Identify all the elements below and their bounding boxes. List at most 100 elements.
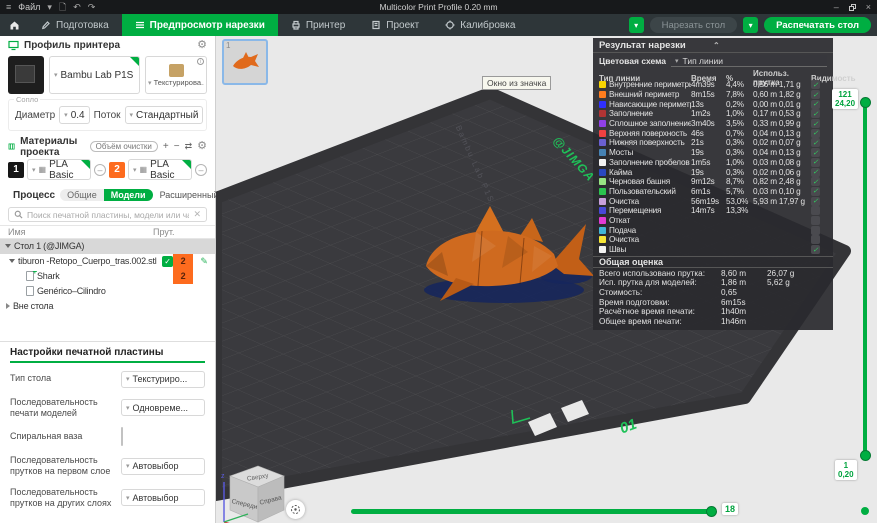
redo-icon[interactable]: ↷ bbox=[88, 0, 96, 14]
object-visible-checkbox[interactable]: ✓ bbox=[162, 256, 173, 267]
sync-filament-icon[interactable]: ⇄ bbox=[185, 141, 193, 152]
hamburger-menu-icon[interactable]: ≡ bbox=[6, 0, 11, 14]
line-color-swatch bbox=[599, 198, 606, 205]
restore-button[interactable] bbox=[849, 4, 856, 11]
spiral-vase-checkbox[interactable] bbox=[121, 427, 123, 446]
titlebar: ≡ Файл ▾ 🗋 ↶ ↷ Multicolor Print Profile … bbox=[0, 0, 877, 14]
file-menu[interactable]: Файл bbox=[18, 2, 40, 12]
search-box: ✕ bbox=[8, 207, 207, 223]
filament-2-select[interactable]: ▾▦PLA Basic bbox=[128, 159, 192, 180]
chevron-down-icon[interactable]: ▾ bbox=[47, 0, 52, 14]
visibility-checkbox[interactable]: ✓ bbox=[811, 109, 820, 118]
print-dropdown-button[interactable]: ▾ bbox=[743, 17, 758, 33]
plate-type-select[interactable]: i ▾ Текстурирова... bbox=[145, 56, 207, 94]
tree-row-part-shark[interactable]: Shark 2 bbox=[0, 269, 215, 284]
flow-label: Поток bbox=[94, 110, 121, 121]
step-slider-track[interactable] bbox=[351, 509, 715, 514]
visibility-checkbox[interactable]: ✓ bbox=[811, 187, 820, 196]
printer-select[interactable]: ▾Bambu Lab P1S bbox=[49, 56, 140, 94]
minimize-button[interactable]: – bbox=[834, 0, 839, 14]
info-icon: i bbox=[197, 58, 204, 65]
tab-project[interactable]: Проект bbox=[358, 14, 432, 36]
color-scheme-select[interactable]: ▾Тип линии bbox=[671, 55, 827, 67]
print-sequence-select[interactable]: ▾Одновреме... bbox=[121, 399, 205, 416]
tab-printer[interactable]: Принтер bbox=[278, 14, 358, 36]
first-layer-seq-select[interactable]: ▾Автовыбор bbox=[121, 458, 205, 475]
preview-icon bbox=[135, 20, 145, 30]
visibility-checkbox[interactable] bbox=[811, 206, 820, 215]
chevron-expanded-icon[interactable] bbox=[9, 259, 15, 263]
edit-object-icon[interactable]: ✎ bbox=[193, 256, 215, 267]
filament-1-chip: 1 bbox=[8, 162, 24, 178]
other-layers-seq-select[interactable]: ▾Автовыбор bbox=[121, 489, 205, 506]
tree-row-plate[interactable]: Стол 1 (@JIMGA) bbox=[0, 239, 215, 254]
printer-icon bbox=[291, 20, 301, 30]
plate-thumbnail[interactable]: 1 bbox=[222, 39, 268, 85]
collapse-panel-icon[interactable]: ⌃ bbox=[713, 41, 720, 50]
flow-select[interactable]: ▾Стандартный bbox=[125, 106, 204, 124]
line-color-swatch bbox=[599, 91, 606, 98]
visibility-checkbox[interactable] bbox=[811, 235, 820, 244]
nozzle-diameter-select[interactable]: ▾0.4 bbox=[59, 106, 89, 124]
project-icon bbox=[371, 20, 381, 30]
printer-settings-gear-icon[interactable]: ⚙ bbox=[197, 40, 207, 51]
home-button[interactable] bbox=[0, 14, 28, 36]
extruder-badge[interactable]: 2 bbox=[173, 269, 193, 284]
visibility-checkbox[interactable]: ✓ bbox=[811, 197, 820, 206]
visibility-checkbox[interactable]: ✓ bbox=[811, 119, 820, 128]
tree-row-part-cylinder[interactable]: Genérico–Cilindro bbox=[0, 284, 215, 299]
visibility-checkbox[interactable]: ✓ bbox=[811, 177, 820, 186]
close-button[interactable]: × bbox=[866, 0, 871, 14]
tab-preview[interactable]: Предпросмотр нарезки bbox=[122, 14, 278, 36]
visibility-checkbox[interactable]: ✓ bbox=[811, 100, 820, 109]
line-type-table: Внутренние периметры4m39s4,4%0,56 m 1,71… bbox=[593, 80, 833, 254]
clear-search-icon[interactable]: ✕ bbox=[193, 209, 201, 220]
add-filament-icon[interactable]: + bbox=[163, 141, 169, 152]
search-input[interactable] bbox=[27, 210, 189, 220]
visibility-checkbox[interactable]: ✓ bbox=[811, 138, 820, 147]
chevron-expanded-icon[interactable] bbox=[5, 244, 11, 248]
visibility-checkbox[interactable]: ✓ bbox=[811, 158, 820, 167]
layer-top-label: 12124,20 bbox=[832, 89, 858, 109]
new-file-icon[interactable]: 🗋 bbox=[59, 0, 66, 14]
bambu-studio-window: ≡ Файл ▾ 🗋 ↶ ↷ Multicolor Print Profile … bbox=[0, 0, 877, 523]
layer-slider-top-handle[interactable] bbox=[860, 97, 871, 108]
process-tab-objects[interactable]: Модели bbox=[104, 189, 153, 201]
visibility-checkbox[interactable] bbox=[811, 216, 820, 225]
tab-prepare[interactable]: Подготовка bbox=[28, 14, 122, 36]
visibility-checkbox[interactable]: ✓ bbox=[811, 80, 820, 89]
extruder-badge[interactable]: 2 bbox=[173, 254, 193, 269]
line-type-row: Заполнение пробелов1m5s1,0%0,03 m 0,08 g… bbox=[593, 158, 833, 168]
remove-filament-icon[interactable]: − bbox=[174, 141, 180, 152]
visibility-checkbox[interactable]: ✓ bbox=[811, 168, 820, 177]
shark-thumbnail-icon bbox=[231, 51, 261, 75]
tree-row-offplate[interactable]: Вне стола bbox=[0, 299, 215, 314]
slice-plate-button[interactable]: Нарезать стол bbox=[650, 17, 738, 33]
process-section-title: Процесс bbox=[13, 190, 55, 201]
chevron-collapsed-icon[interactable] bbox=[6, 303, 10, 309]
undo-icon[interactable]: ↶ bbox=[73, 0, 81, 14]
print-plate-button[interactable]: Распечатать стол bbox=[764, 17, 871, 33]
tree-row-object[interactable]: tiburon -Retopo_Cuerpo_tras.002.stl ✓ 2 … bbox=[0, 254, 215, 269]
delete-filament-2-icon[interactable]: – bbox=[195, 164, 207, 176]
flush-volume-button[interactable]: Объём очистки bbox=[90, 141, 158, 152]
slice-dropdown-button[interactable]: ▾ bbox=[629, 17, 644, 33]
shark-model[interactable] bbox=[416, 202, 601, 307]
process-tab-global[interactable]: Общие bbox=[60, 189, 104, 201]
visibility-checkbox[interactable]: ✓ bbox=[811, 148, 820, 157]
step-slider-handle[interactable] bbox=[706, 506, 717, 517]
bed-type-select[interactable]: ▾Текстуриро... bbox=[121, 371, 205, 388]
visibility-checkbox[interactable]: ✓ bbox=[811, 129, 820, 138]
tab-calibration[interactable]: Калибровка bbox=[432, 14, 528, 36]
filament-settings-gear-icon[interactable]: ⚙ bbox=[197, 141, 207, 152]
visibility-checkbox[interactable]: ✓ bbox=[811, 245, 820, 254]
filament-1-select[interactable]: ▾▦PLA Basic bbox=[27, 159, 91, 180]
viewport-3d[interactable]: Bambu Lab P1S @JIMGA 01 1 bbox=[216, 36, 877, 523]
layer-slider-track[interactable] bbox=[863, 98, 867, 456]
visibility-checkbox[interactable] bbox=[811, 226, 820, 235]
visibility-checkbox[interactable]: ✓ bbox=[811, 90, 820, 99]
delete-filament-1-icon[interactable]: – bbox=[94, 164, 106, 176]
orbit-mode-button[interactable] bbox=[286, 500, 305, 519]
layer-slider-bottom-handle[interactable] bbox=[860, 450, 871, 461]
navigation-cube[interactable]: Сверху Спереди Справа z x bbox=[218, 460, 292, 523]
